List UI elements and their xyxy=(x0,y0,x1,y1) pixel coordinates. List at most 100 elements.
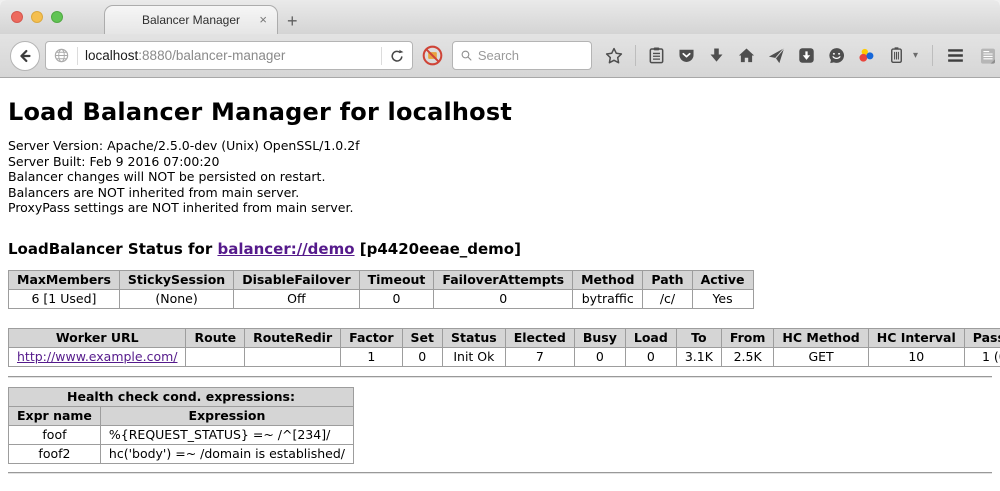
server-info: Server Version: Apache/2.5.0-dev (Unix) … xyxy=(8,138,992,216)
disablefailover-cell: Off xyxy=(234,289,359,308)
tab-balancer-manager[interactable]: Balancer Manager × xyxy=(104,5,278,34)
timeout-cell: 0 xyxy=(359,289,434,308)
route-cell xyxy=(186,347,245,366)
fullscreen-window-button[interactable] xyxy=(51,11,63,23)
star-icon xyxy=(604,46,624,66)
downloads-button[interactable] xyxy=(707,46,726,65)
column-header: Load xyxy=(625,328,676,347)
stickysession-cell: (None) xyxy=(119,289,233,308)
back-button[interactable] xyxy=(10,41,40,71)
hamburger-icon xyxy=(945,45,966,66)
menu-button[interactable] xyxy=(945,45,966,66)
column-header: FailoverAttempts xyxy=(434,270,573,289)
window-controls xyxy=(11,11,63,23)
heading-prefix: LoadBalancer Status for xyxy=(8,240,217,258)
status-cell: Init Ok xyxy=(443,347,506,366)
minimize-window-button[interactable] xyxy=(31,11,43,23)
table-header-row: MaxMembers StickySession DisableFailover… xyxy=(9,270,754,289)
url-host: localhost xyxy=(85,48,138,63)
colored-dots-extension-button[interactable] xyxy=(857,46,876,65)
inherit-notice-line: Balancers are NOT inherited from main se… xyxy=(8,185,992,201)
column-header: RouteRedir xyxy=(245,328,341,347)
menu-group xyxy=(932,45,998,66)
battery-extension-button[interactable] xyxy=(887,46,906,65)
method-cell: bytraffic xyxy=(573,289,643,308)
bookmark-star-button[interactable] xyxy=(604,46,624,66)
search-input[interactable] xyxy=(478,48,584,63)
column-header: Set xyxy=(402,328,442,347)
plugin-blocked-icon xyxy=(421,44,444,67)
factor-cell: 1 xyxy=(341,347,402,366)
download-arrow-icon xyxy=(707,46,726,65)
column-header: Expr name xyxy=(9,406,101,425)
send-tab-button[interactable] xyxy=(767,46,786,65)
maxmembers-cell: 6 [1 Used] xyxy=(9,289,120,308)
column-header: Method xyxy=(573,270,643,289)
urlbar-divider xyxy=(381,47,382,65)
chat-smiley-button[interactable] xyxy=(827,46,846,65)
pocket-button[interactable] xyxy=(677,46,696,65)
search-icon xyxy=(460,48,473,63)
tab-title: Balancer Manager xyxy=(142,13,240,27)
url-text: localhost:8880/balancer-manager xyxy=(85,48,285,63)
expr-row: foof %{REQUEST_STATUS} =~ /^[234]/ xyxy=(9,425,354,444)
expression-cell: %{REQUEST_STATUS} =~ /^[234]/ xyxy=(100,425,353,444)
plugin-blocked-button[interactable] xyxy=(421,44,444,67)
back-arrow-icon xyxy=(16,47,34,65)
elected-cell: 7 xyxy=(505,347,574,366)
search-bar[interactable] xyxy=(452,41,592,70)
worker-table: Worker URL Route RouteRedir Factor Set S… xyxy=(8,328,1000,367)
worker-url-link[interactable]: http://www.example.com/ xyxy=(17,349,177,364)
clipboard-icon xyxy=(647,46,666,65)
extension-download-box-button[interactable] xyxy=(797,46,816,65)
busy-cell: 0 xyxy=(574,347,625,366)
column-header: MaxMembers xyxy=(9,270,120,289)
column-header: DisableFailover xyxy=(234,270,359,289)
column-header: HC Method xyxy=(774,328,868,347)
colored-dots-icon xyxy=(857,46,876,65)
path-cell: /c/ xyxy=(643,289,692,308)
health-table-title: Health check cond. expressions: xyxy=(9,387,354,406)
navigation-toolbar: localhost:8880/balancer-manager xyxy=(0,34,1000,78)
column-header: Status xyxy=(443,328,506,347)
download-box-icon xyxy=(797,46,816,65)
table-row: 6 [1 Used] (None) Off 0 0 bytraffic /c/ … xyxy=(9,289,754,308)
page-title: Load Balancer Manager for localhost xyxy=(8,98,992,126)
toolbar-overflow-caret[interactable]: ▾ xyxy=(913,50,918,61)
section-divider xyxy=(8,376,992,378)
new-tab-button[interactable]: + xyxy=(287,12,298,30)
toolbar-buttons: ▾ xyxy=(604,45,918,66)
toolbar-divider xyxy=(932,45,933,66)
set-cell: 0 xyxy=(402,347,442,366)
sidebar-page-button[interactable] xyxy=(978,46,998,66)
table-header-row: Expr name Expression xyxy=(9,406,354,425)
load-cell: 0 xyxy=(625,347,676,366)
column-header: Expression xyxy=(100,406,353,425)
url-path: :8880/balancer-manager xyxy=(138,48,285,63)
server-version-line: Server Version: Apache/2.5.0-dev (Unix) … xyxy=(8,138,992,154)
server-built-line: Server Built: Feb 9 2016 07:00:20 xyxy=(8,154,992,170)
balancer-demo-link[interactable]: balancer://demo xyxy=(217,240,354,258)
column-header: Active xyxy=(692,270,753,289)
passes-cell: 1 (0) xyxy=(964,347,1000,366)
home-button[interactable] xyxy=(737,46,756,65)
routeredir-cell xyxy=(245,347,341,366)
bottom-divider xyxy=(8,472,992,474)
reload-button[interactable] xyxy=(389,48,405,64)
bookmarks-menu-button[interactable] xyxy=(647,46,666,65)
battery-icon xyxy=(887,46,906,65)
heading-suffix: [p4420eeae_demo] xyxy=(355,240,521,258)
globe-icon xyxy=(53,47,70,64)
page-grid-icon xyxy=(978,46,998,66)
browser-window: Balancer Manager × + localhost:8880/bala… xyxy=(0,0,1000,491)
failoverattempts-cell: 0 xyxy=(434,289,573,308)
url-bar[interactable]: localhost:8880/balancer-manager xyxy=(45,41,413,70)
table-title-row: Health check cond. expressions: xyxy=(9,387,354,406)
titlebar: Balancer Manager × + xyxy=(0,0,1000,34)
tab-close-icon[interactable]: × xyxy=(259,12,267,27)
close-window-button[interactable] xyxy=(11,11,23,23)
column-header: Factor xyxy=(341,328,402,347)
expression-cell: hc('body') =~ /domain is established/ xyxy=(100,444,353,463)
proxypass-notice-line: ProxyPass settings are NOT inherited fro… xyxy=(8,200,992,216)
balancer-settings-table: MaxMembers StickySession DisableFailover… xyxy=(8,270,754,309)
